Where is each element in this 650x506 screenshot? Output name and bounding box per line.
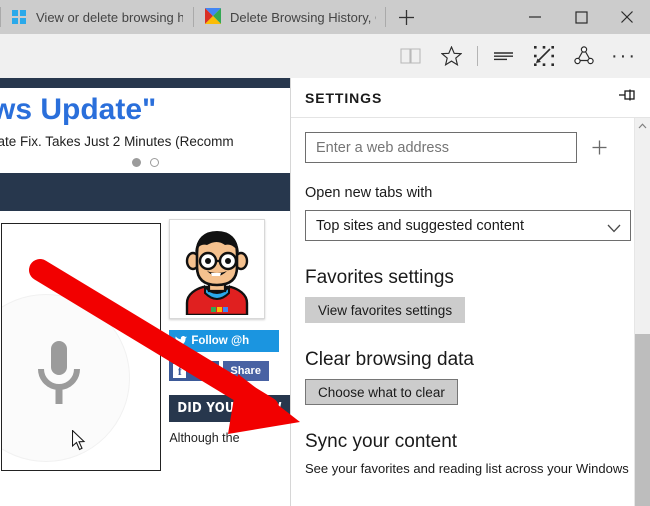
web-page-content: ws Update" date Fix. Takes Just 2 Minute… [0, 78, 290, 506]
maximize-icon [574, 10, 588, 24]
facebook-share-button[interactable]: Share [223, 361, 270, 381]
page-top-bar [0, 78, 290, 88]
carousel-dots [0, 158, 290, 167]
page-title: SETTINGS [305, 89, 383, 106]
browser-window: View or delete browsing his Delete Brows… [0, 0, 650, 506]
web-note-icon [534, 46, 554, 66]
tab-label: View or delete browsing his [36, 9, 183, 25]
clear-browsing-data-heading: Clear browsing data [305, 349, 474, 370]
plus-icon [592, 140, 606, 155]
page-nav-bar [0, 173, 290, 211]
hub-button[interactable] [484, 37, 524, 75]
carousel-dot-inactive[interactable] [149, 158, 159, 167]
view-favorites-settings-button[interactable]: View favorites settings [305, 297, 466, 323]
social-buttons: f Like Share [169, 361, 290, 381]
twitter-follow-button[interactable]: Follow @h [169, 330, 280, 352]
more-button[interactable]: ··· [604, 37, 644, 75]
open-new-tabs-value: Top sites and suggested content [305, 210, 631, 241]
search-panel [1, 223, 162, 471]
share-icon [574, 46, 594, 65]
address-row [305, 132, 650, 163]
facebook-like-label: Like [190, 365, 213, 377]
plus-icon [398, 9, 414, 25]
avatar [169, 219, 266, 319]
facebook-share-label: Share [230, 365, 261, 377]
scroll-up-arrow-icon[interactable] [635, 118, 650, 134]
browser-toolbar: ··· [0, 34, 650, 78]
scrollbar[interactable] [634, 118, 650, 506]
did-you-know-text: Although the [169, 431, 240, 445]
pin-icon[interactable] [617, 87, 637, 108]
scrollbar-thumb[interactable] [635, 334, 650, 506]
facebook-f-icon: f [173, 364, 187, 378]
sync-your-content-heading: Sync your content [305, 431, 458, 452]
facebook-like-button[interactable]: f Like [169, 361, 220, 381]
minimize-button[interactable] [512, 0, 558, 34]
geek-avatar-image [173, 223, 262, 317]
favorites-settings-heading: Favorites settings [305, 267, 454, 288]
twitter-follow-label: Follow @h [191, 335, 250, 347]
microphone-icon [38, 341, 80, 404]
page-hero: ws Update" date Fix. Takes Just 2 Minute… [0, 88, 290, 173]
close-button[interactable] [604, 0, 650, 34]
carousel-dot-active[interactable] [131, 158, 141, 167]
close-icon [621, 11, 633, 23]
open-new-tabs-dropdown[interactable]: Top sites and suggested content [305, 210, 631, 241]
search-input[interactable] [305, 132, 577, 163]
minimize-icon [529, 16, 541, 18]
windows-logo-icon [12, 9, 27, 25]
tab-label: Delete Browsing History, Co [230, 9, 376, 25]
window-controls [512, 0, 650, 34]
page-subline: date Fix. Takes Just 2 Minutes (Recomm [0, 134, 234, 149]
share-button[interactable] [564, 37, 604, 75]
page-headline: ws Update" [0, 93, 157, 126]
settings-body: Open new tabs with Top sites and suggest… [291, 118, 650, 506]
page-sidebar: Follow @h f Like Share DID YOU KNOW Alth… [161, 211, 290, 471]
more-icon: ··· [611, 45, 637, 67]
favorites-star-icon [440, 46, 462, 66]
hub-icon [494, 52, 513, 61]
reading-view-icon [400, 48, 421, 64]
favorites-button[interactable] [431, 37, 471, 75]
diamond-color-icon [205, 7, 221, 27]
settings-flyout: SETTINGS Open new tabs with [290, 78, 650, 506]
tab-view-or-delete-browsing-history[interactable]: View or delete browsing his [0, 0, 193, 34]
add-address-button[interactable] [577, 132, 621, 163]
new-tab-button[interactable] [386, 0, 426, 34]
open-new-tabs-label: Open new tabs with [305, 185, 433, 201]
reading-view-button[interactable] [391, 37, 431, 75]
title-bar: View or delete browsing his Delete Brows… [0, 0, 650, 34]
tab-delete-browsing-history[interactable]: Delete Browsing History, Co [193, 0, 386, 34]
did-you-know-banner: DID YOU KNOW [169, 395, 290, 422]
twitter-bird-icon [175, 335, 188, 346]
page-columns: Follow @h f Like Share DID YOU KNOW Alth… [0, 211, 290, 471]
sync-description: See your favorites and reading list acro… [305, 461, 629, 476]
toolbar-divider [477, 46, 478, 66]
chevron-down-icon [607, 220, 621, 238]
settings-header: SETTINGS [291, 78, 650, 118]
maximize-button[interactable] [558, 0, 604, 34]
web-note-button[interactable] [524, 37, 564, 75]
choose-what-to-clear-button[interactable]: Choose what to clear [305, 379, 458, 405]
